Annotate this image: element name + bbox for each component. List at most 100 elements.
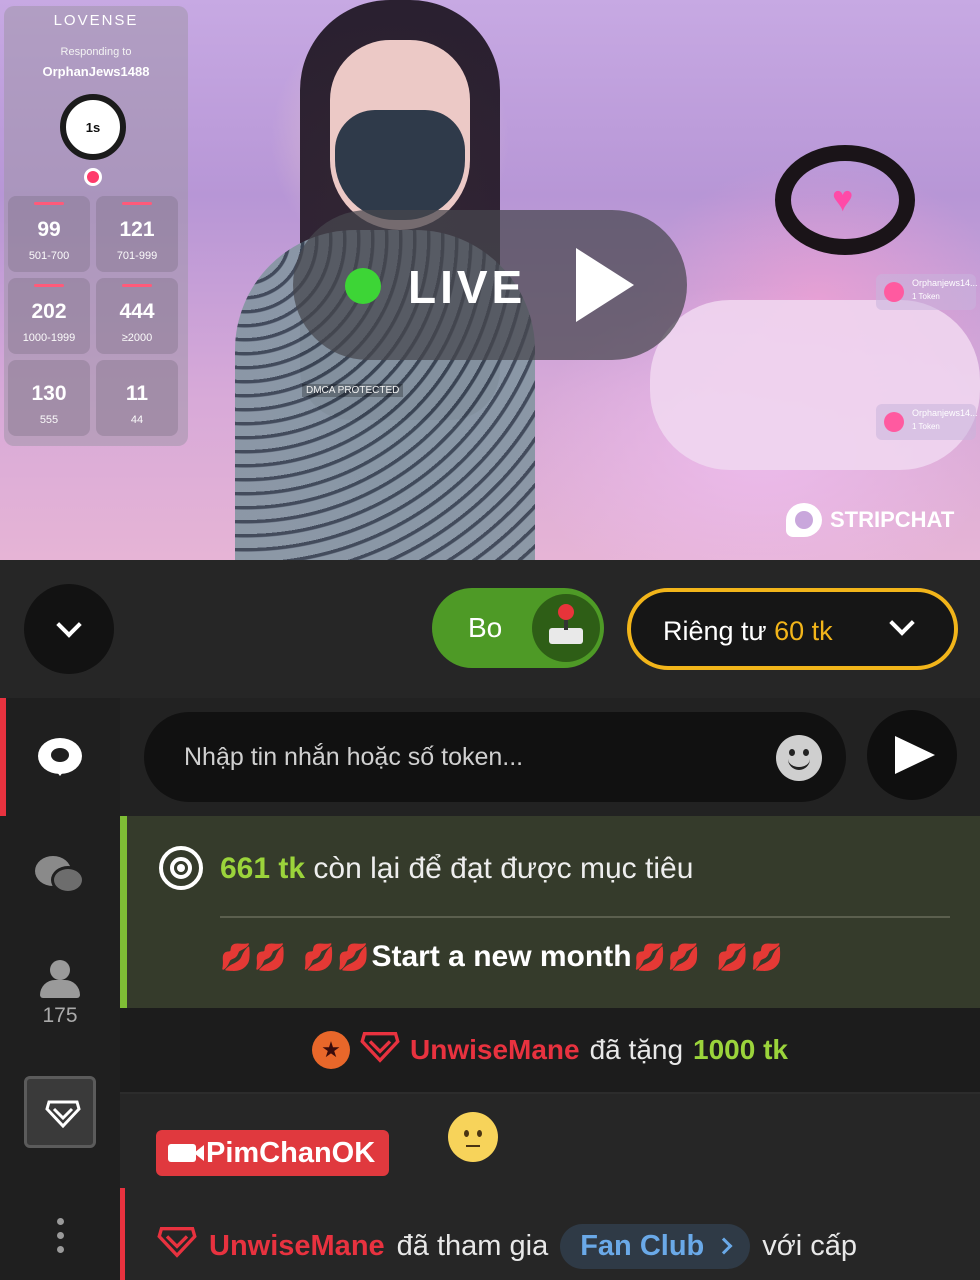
background-pillow	[650, 300, 980, 470]
video-camera-icon	[168, 1144, 204, 1162]
performer-mask	[335, 110, 465, 220]
private-show-button[interactable]: Riêng tư 60 tk	[627, 588, 958, 670]
dmca-watermark: DMCA PROTECTED	[302, 384, 404, 397]
fan-club-label: Fan Club	[580, 1229, 705, 1262]
fan-verb: đã tham gia	[396, 1229, 549, 1262]
tip-level-value: 202	[31, 300, 67, 323]
cam-username: PimChanOK	[206, 1136, 376, 1169]
kiss-icon: 💋	[254, 941, 287, 972]
send-icon	[895, 736, 935, 774]
tip-level-6: 11 44	[96, 360, 178, 436]
goal-divider	[220, 916, 950, 918]
send-button[interactable]	[867, 710, 957, 800]
fan-suffix: với cấp	[762, 1229, 858, 1262]
kiss-icon: 💋	[667, 941, 701, 972]
vibration-timer: 1s	[60, 94, 126, 160]
diamond-icon	[157, 1226, 197, 1266]
tab-fan-club[interactable]	[0, 1076, 120, 1148]
tip-message: ★ UnwiseMane đã tặng 1000 tk	[120, 1008, 980, 1094]
private-label-text: Riêng tư	[663, 616, 767, 646]
tip-level-bar	[122, 202, 152, 205]
emoji-button[interactable]	[776, 735, 822, 781]
heart-icon	[884, 412, 904, 432]
user-count: 175	[42, 1004, 78, 1027]
game-button[interactable]: Bo	[432, 588, 604, 668]
tip-level-range: 44	[130, 414, 144, 426]
fan-club-link[interactable]: Fan Club	[560, 1223, 751, 1269]
tip-level-3: 202 1000-1999	[8, 278, 90, 354]
video-player[interactable]: ♥ LOVENSE Responding to OrphanJews1488 1…	[0, 0, 980, 560]
private-show-label: Riêng tư 60 tk	[663, 616, 833, 647]
chevron-right-icon	[715, 1237, 733, 1255]
collapse-button[interactable]	[24, 584, 114, 674]
diamond-icon	[45, 1100, 81, 1128]
notification-tokens: 1 Token	[912, 292, 940, 301]
message-input[interactable]	[144, 712, 846, 802]
heart-icon	[884, 282, 904, 302]
tip-level-4: 444 ≥2000	[96, 278, 178, 354]
heart-decoration-icon: ♥	[832, 178, 854, 219]
kiss-icon: 💋	[633, 941, 666, 972]
live-label: LIVE	[408, 261, 527, 313]
star-badge-icon: ★	[312, 1031, 350, 1069]
tab-public-chat[interactable]	[0, 738, 120, 776]
live-indicator-icon	[345, 268, 381, 304]
tip-level-value: 130	[31, 382, 67, 405]
chat-bubble-icon	[38, 738, 82, 776]
kiss-icon: 💋	[716, 941, 749, 972]
tip-level-bar	[34, 284, 64, 287]
live-play-button[interactable]: LIVE	[293, 210, 687, 360]
toy-status-icon	[84, 168, 102, 186]
fan-club-tab-box	[24, 1076, 96, 1148]
tip-notification: Orphanjews14... 1 Token	[876, 274, 978, 310]
tip-level-range: ≥2000	[121, 332, 153, 344]
kiss-icon: 💋	[220, 941, 253, 972]
kiss-icon: 💋	[302, 941, 336, 972]
lovense-panel: LOVENSE Responding to OrphanJews1488 1s …	[4, 6, 188, 446]
private-chat-icon	[35, 856, 85, 896]
user-icon	[38, 960, 82, 1000]
notification-tokens: 1 Token	[912, 422, 940, 431]
goal-description-text: Start a new month	[371, 940, 632, 973]
tab-users[interactable]: 175	[0, 960, 120, 1028]
cam-user-badge[interactable]: PimChanOK	[156, 1130, 390, 1176]
game-button-label: Bo	[468, 612, 503, 643]
diamond-icon	[360, 1031, 400, 1070]
stripchat-watermark: STRIPCHAT	[786, 502, 954, 538]
kiss-icon: 💋	[750, 941, 784, 972]
more-options-button[interactable]	[0, 1218, 120, 1253]
tip-username[interactable]: UnwiseMane	[410, 1034, 580, 1066]
tip-amount: 1000 tk	[693, 1034, 788, 1065]
goal-panel: 661 tk còn lại để đạt được mục tiêu 💋 💋 …	[120, 816, 980, 1008]
tip-level-bar	[122, 284, 152, 287]
tip-level-range: 555	[39, 414, 59, 426]
joystick-icon	[532, 594, 600, 662]
goal-remaining: 661 tk còn lại để đạt được mục tiêu	[220, 852, 693, 886]
smiley-emoji-icon	[448, 1112, 498, 1162]
target-icon	[159, 846, 203, 890]
chat-side-rail: 175	[0, 698, 120, 1280]
tip-level-range: 501-700	[28, 250, 70, 262]
tip-level-value: 11	[125, 382, 149, 405]
tab-private-messages[interactable]	[0, 856, 120, 896]
private-price: 60 tk	[774, 616, 833, 646]
tip-level-1: 99 501-700	[8, 196, 90, 272]
more-dots-icon	[56, 1218, 64, 1253]
stripchat-logo-icon	[786, 503, 822, 537]
responding-to-label: Responding to	[60, 46, 132, 58]
lovense-logo: LOVENSE	[53, 12, 139, 29]
notification-username: Orphanjews14...	[912, 408, 978, 418]
goal-amount: 661 tk	[220, 852, 306, 885]
tip-verb: đã tặng	[589, 1034, 684, 1065]
tip-level-value: 444	[119, 300, 155, 323]
stream-controls-bar: Bo Riêng tư 60 tk	[0, 560, 980, 698]
notification-username: Orphanjews14...	[912, 278, 978, 288]
chevron-down-icon	[889, 610, 915, 636]
goal-description: 💋 💋 💋 💋 Start a new month 💋 💋 💋 💋	[220, 940, 980, 974]
tip-level-range: 701-999	[116, 250, 158, 262]
goal-text: còn lại để đạt được mục tiêu	[313, 852, 694, 885]
fan-username[interactable]: UnwiseMane	[209, 1230, 385, 1263]
chevron-down-icon	[56, 612, 82, 638]
fan-club-join-message: UnwiseMane đã tham gia Fan Club với cấp	[120, 1188, 980, 1280]
kiss-icon: 💋	[337, 941, 370, 972]
